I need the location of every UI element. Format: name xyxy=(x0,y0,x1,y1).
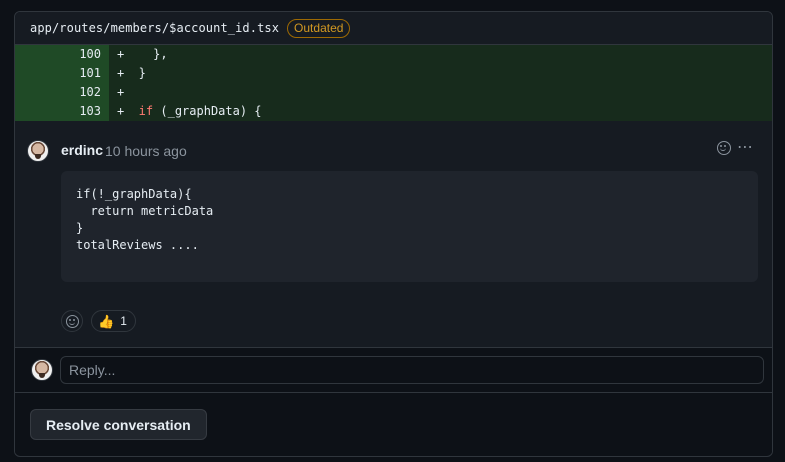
resolve-area: Resolve conversation xyxy=(15,392,772,454)
diff-line: 101 + } xyxy=(15,64,772,83)
diff-line: 102 + xyxy=(15,83,772,102)
code-text: (_graphData) { xyxy=(153,104,262,118)
code-keyword: if xyxy=(124,104,154,118)
add-reaction-button[interactable] xyxy=(61,310,83,332)
file-path[interactable]: app/routes/members/$account_id.tsx xyxy=(30,21,279,35)
outdated-badge: Outdated xyxy=(287,18,351,38)
line-code: + }, xyxy=(109,45,772,64)
file-header: app/routes/members/$account_id.tsx Outda… xyxy=(15,12,772,45)
reactions-bar: 👍 1 xyxy=(61,310,136,332)
line-code: + } xyxy=(109,64,772,83)
comment-actions: ⋯ xyxy=(717,140,754,156)
thumbs-up-icon: 👍 xyxy=(98,313,115,329)
resolve-conversation-button[interactable]: Resolve conversation xyxy=(30,409,207,440)
comment-author[interactable]: erdinc xyxy=(61,142,103,158)
line-number[interactable]: 102 xyxy=(15,83,109,102)
line-code: + xyxy=(109,83,772,102)
line-number[interactable]: 103 xyxy=(15,102,109,121)
smiley-icon xyxy=(65,314,79,328)
line-code: + if (_graphData) { xyxy=(109,102,772,121)
code-text: } xyxy=(124,66,146,80)
review-thread: app/routes/members/$account_id.tsx Outda… xyxy=(14,11,773,457)
diff-line: 103 + if (_graphData) { xyxy=(15,102,772,121)
add-reaction-icon[interactable] xyxy=(717,141,731,155)
avatar xyxy=(31,359,53,381)
line-number[interactable]: 100 xyxy=(15,45,109,64)
comment: erdinc 10 hours ago ⋯ if(!_graphData){ r… xyxy=(15,121,772,347)
diff-sign: + xyxy=(117,85,125,99)
reaction-count: 1 xyxy=(120,314,127,328)
comment-timestamp[interactable]: 10 hours ago xyxy=(105,143,187,159)
avatar[interactable] xyxy=(27,140,49,162)
diff-view: 100 + }, 101 + } 102 + 103 + if (_graphD… xyxy=(15,45,772,121)
reply-area xyxy=(15,347,772,392)
comment-code-block: if(!_graphData){ return metricData } tot… xyxy=(61,171,758,282)
thumbs-up-reaction[interactable]: 👍 1 xyxy=(91,310,136,332)
more-options-icon[interactable]: ⋯ xyxy=(737,140,754,156)
comment-list: erdinc 10 hours ago ⋯ if(!_graphData){ r… xyxy=(15,121,772,347)
reply-input[interactable] xyxy=(60,356,764,384)
diff-line: 100 + }, xyxy=(15,45,772,64)
code-text: }, xyxy=(124,47,168,61)
line-number[interactable]: 101 xyxy=(15,64,109,83)
